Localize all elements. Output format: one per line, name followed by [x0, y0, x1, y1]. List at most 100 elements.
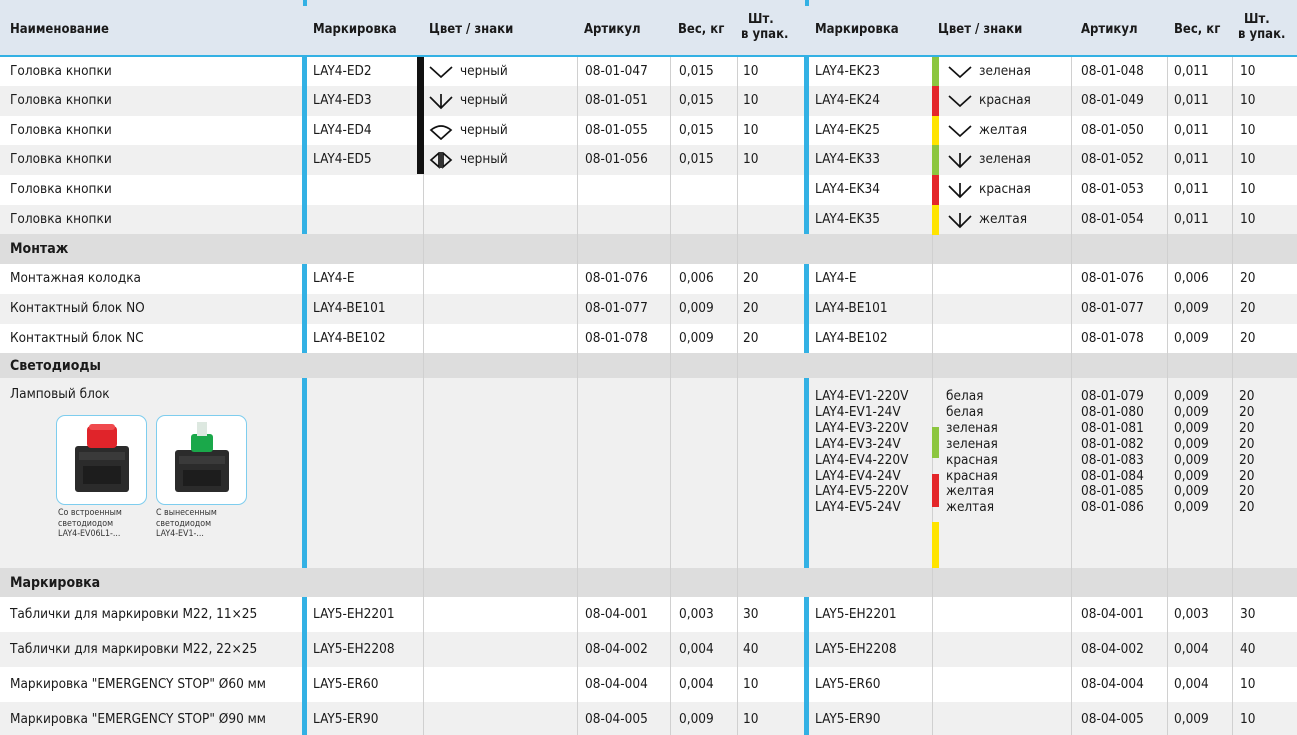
qty-left: 40 [743, 641, 759, 657]
article-right: 08-04-001 [1081, 606, 1144, 622]
mark-left: LAY4-E [313, 270, 355, 286]
qty-left: 10 [743, 711, 759, 727]
header-color-left: Цвет / знаки [429, 22, 514, 37]
swatch-red [932, 175, 939, 205]
article-right: 08-04-004 [1081, 676, 1144, 692]
blue-separator-left [302, 378, 307, 568]
blue-separator-left [302, 597, 307, 735]
swatch-red [932, 86, 939, 116]
header-qty-left-2: в упак. [741, 27, 789, 42]
qty-right: 10 [1240, 211, 1256, 227]
catalog-page: { "colors": { "header_bg": "#dfe7f0", "a… [0, 0, 1297, 735]
article-left: 08-01-078 [585, 330, 648, 346]
item-name: Головка кнопки [10, 211, 112, 227]
item-name: Головка кнопки [10, 63, 112, 79]
rotate-arrow-icon [429, 123, 453, 141]
mark-left: LAY4-ED4 [313, 122, 372, 138]
swatch-yellow [932, 116, 939, 146]
mark-left: LAY4-ED2 [313, 63, 372, 79]
mark-right: LAY5-ER90 [815, 711, 881, 727]
weight-left: 0,004 [679, 676, 714, 692]
swatch-black [417, 57, 424, 87]
qty-left: 20 [743, 270, 759, 286]
qty-right: 30 [1240, 606, 1256, 622]
weight-right: 0,009 [1174, 711, 1209, 727]
article-left: 08-01-077 [585, 300, 648, 316]
arrow-down-icon [948, 152, 972, 169]
header-bottom-rule [0, 55, 1297, 57]
item-name: Таблички для маркировки М22, 11×25 [10, 606, 258, 622]
mark-right: LAY4-EK35 [815, 211, 880, 227]
swatch-black [417, 116, 424, 146]
weight-right: 0,003 [1174, 606, 1209, 622]
article-left: 08-01-056 [585, 151, 648, 167]
weight-left: 0,009 [679, 711, 714, 727]
mark-left: LAY4-ED5 [313, 151, 372, 167]
header-color-right: Цвет / знаки [938, 22, 1023, 37]
article-left: 08-04-001 [585, 606, 648, 622]
product-image-integrated-led [56, 415, 147, 505]
color-left-label: черный [460, 122, 508, 138]
color-right-label: зеленая [979, 63, 1031, 79]
item-name: Контактный блок NC [10, 330, 144, 346]
mark-right: LAY5-EH2208 [815, 641, 897, 657]
header-mark-left: Маркировка [313, 22, 397, 37]
color-right-label: желтая [979, 122, 1028, 138]
header-qty-right-1: Шт. [1244, 12, 1270, 27]
qty-left: 20 [743, 330, 759, 346]
weight-left: 0,015 [679, 151, 714, 167]
blue-separator-right [804, 264, 809, 353]
qty-right: 10 [1240, 151, 1256, 167]
article-right: 08-01-050 [1081, 122, 1144, 138]
qty-right: 10 [1240, 92, 1256, 108]
header-name: Наименование [10, 22, 109, 37]
caption-integrated-led: Со встроенным светодиодом LAY4-EV06L1-..… [58, 508, 122, 539]
weight-right: 0,009 [1174, 300, 1209, 316]
header-article-right: Артикул [1081, 22, 1138, 37]
section-title-marking: Маркировка [10, 575, 101, 591]
mark-right: LAY4-BE101 [815, 300, 888, 316]
section-bar-montage [0, 234, 1297, 264]
article-right: 08-04-005 [1081, 711, 1144, 727]
article-right: 08-01-048 [1081, 63, 1144, 79]
swatch-yellow [932, 205, 939, 235]
chevron-down-icon [429, 64, 453, 81]
mark-left: LAY5-ER90 [313, 711, 379, 727]
blue-separator-right [804, 597, 809, 735]
mark-right: LAY4-EK25 [815, 122, 880, 138]
arrow-down-icon [429, 93, 453, 110]
lamp-weights: 0,009 0,009 0,009 0,009 0,009 0,009 0,00… [1174, 388, 1209, 516]
header-qty-right-2: в упак. [1238, 27, 1286, 42]
weight-right: 0,011 [1174, 151, 1209, 167]
lamp-marks: LAY4-EV1-220V LAY4-EV1-24V LAY4-EV3-220V… [815, 388, 909, 516]
weight-left: 0,009 [679, 300, 714, 316]
chevron-down-icon [948, 123, 972, 140]
section-bar-marking [0, 568, 1297, 597]
swatch-black [417, 86, 424, 116]
article-right: 08-01-054 [1081, 211, 1144, 227]
mark-left: LAY5-EH2208 [313, 641, 395, 657]
grid-line [577, 57, 578, 735]
mark-left: LAY5-ER60 [313, 676, 379, 692]
blue-separator-right [804, 378, 809, 568]
color-right-label: красная [979, 181, 1031, 197]
section-title-montage: Монтаж [10, 241, 69, 257]
lamp-swatch-yellow [932, 522, 939, 568]
item-name: Таблички для маркировки М22, 22×25 [10, 641, 258, 657]
header-weight-left: Вес, кг [678, 22, 725, 37]
qty-left: 20 [743, 300, 759, 316]
color-right-label: красная [979, 92, 1031, 108]
weight-right: 0,006 [1174, 270, 1209, 286]
article-left: 08-04-005 [585, 711, 648, 727]
weight-left: 0,006 [679, 270, 714, 286]
caption-remote-led: С вынесенным светодиодом LAY4-EV1-... [156, 508, 217, 539]
swatch-green [932, 57, 939, 87]
grid-line [1232, 57, 1233, 735]
qty-right: 10 [1240, 181, 1256, 197]
color-right-label: зеленая [979, 151, 1031, 167]
chevron-down-icon [948, 93, 972, 110]
article-right: 08-01-076 [1081, 270, 1144, 286]
blue-separator-right [804, 57, 809, 234]
mark-left: LAY4-ED3 [313, 92, 372, 108]
item-name: Головка кнопки [10, 181, 112, 197]
